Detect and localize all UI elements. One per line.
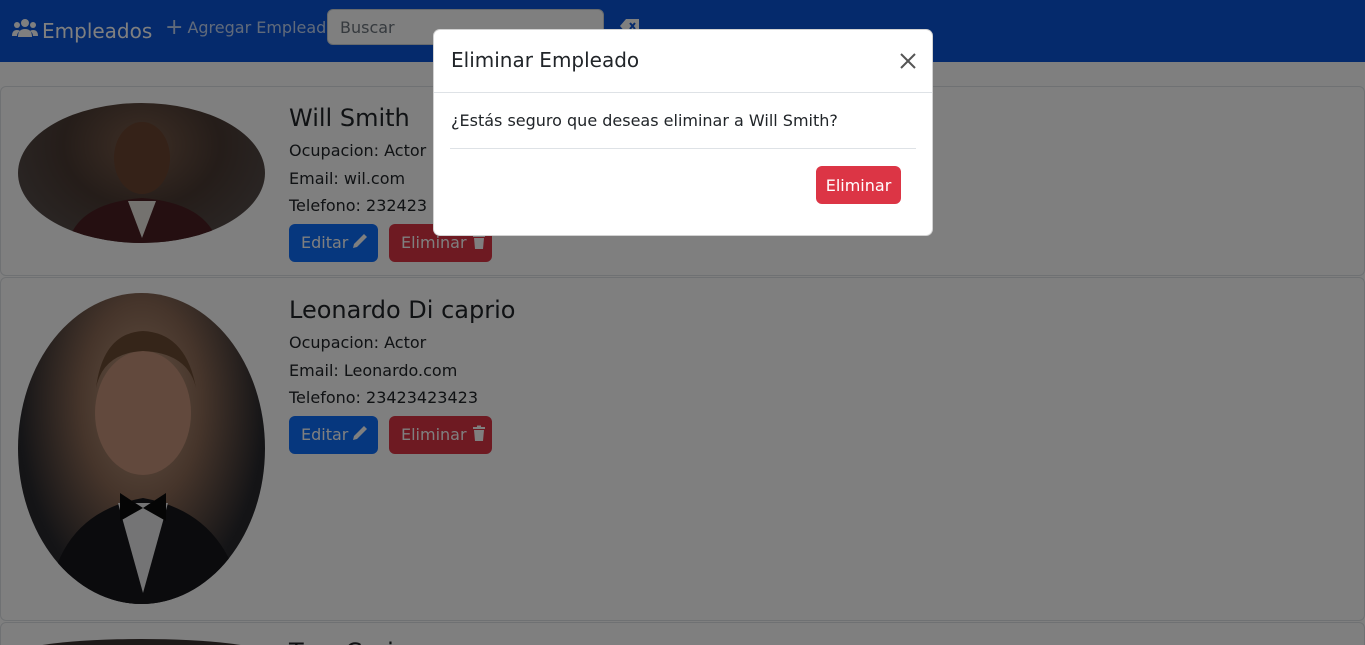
modal-message: ¿Estás seguro que deseas eliminar a Will… bbox=[451, 111, 838, 130]
modal-title: Eliminar Empleado bbox=[451, 48, 640, 72]
close-button[interactable] bbox=[898, 51, 918, 71]
confirm-delete-button[interactable]: Eliminar bbox=[816, 166, 901, 204]
modal-header: Eliminar Empleado bbox=[434, 30, 932, 93]
delete-employee-modal: Eliminar Empleado ¿Estás seguro que dese… bbox=[433, 29, 933, 236]
modal-divider bbox=[450, 148, 916, 149]
close-icon bbox=[898, 53, 918, 74]
